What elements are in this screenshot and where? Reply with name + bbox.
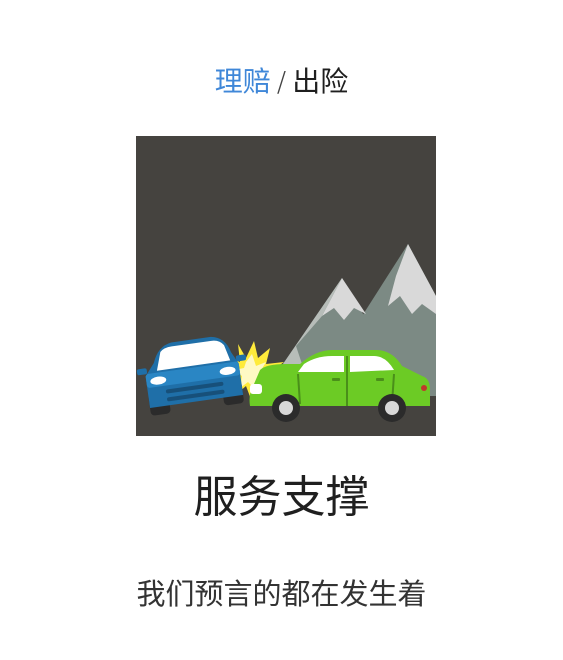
breadcrumb-separator: /: [276, 65, 287, 98]
page: 理赔 / 出险 服务支撑 我们预言的都在发生着: [0, 0, 563, 660]
section-subtitle: 我们预言的都在发生着: [136, 577, 427, 611]
section-title: 服务支撑: [193, 472, 370, 523]
car-accident-icon: [136, 136, 436, 436]
breadcrumb-link-claims[interactable]: 理赔: [215, 65, 271, 98]
breadcrumb-current: 出险: [292, 65, 349, 98]
breadcrumb: 理赔 / 出险: [0, 62, 563, 102]
